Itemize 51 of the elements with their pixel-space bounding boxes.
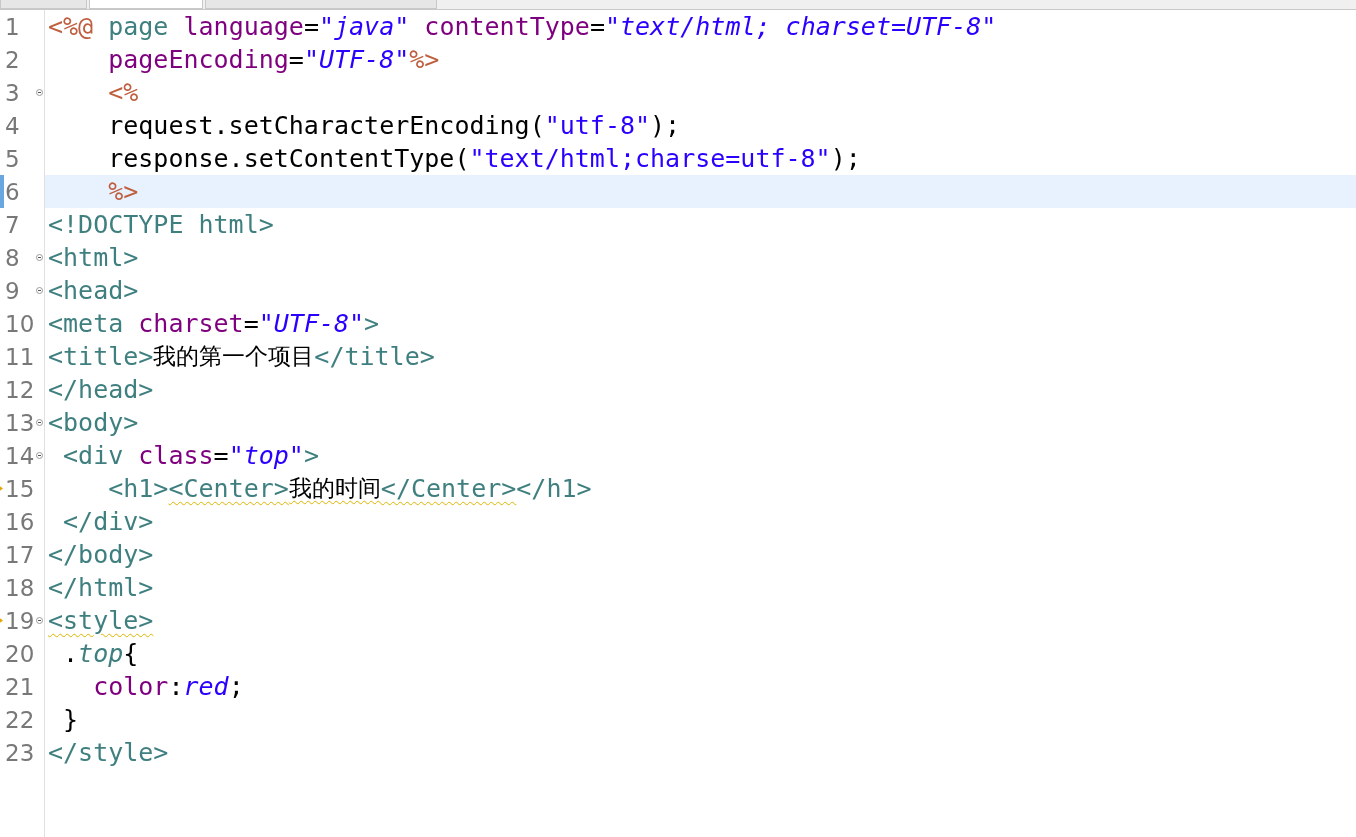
collapse-icon[interactable] [36, 419, 43, 426]
code-line: pageEncoding="UTF-8"%> [107, 44, 441, 76]
code-line: <div class="top"> [62, 440, 320, 472]
line-number: 3 [5, 79, 20, 106]
line-number: 18 [5, 574, 35, 601]
code-line: response.setContentType("text/html;charse=utf-8"); [107, 143, 862, 175]
line-number: 16 [5, 508, 35, 535]
code-line: </div> [62, 506, 155, 538]
code-line: </style> [47, 737, 170, 769]
line-number: 8 [5, 244, 20, 271]
line-number: 9 [5, 277, 20, 304]
code-line: } [62, 704, 80, 736]
collapse-icon[interactable] [36, 452, 43, 459]
line-number: 19 [5, 607, 35, 634]
code-line: .top{ [62, 638, 140, 670]
code-line: <h1><Center>我的时间</Center></h1> [107, 473, 593, 505]
line-number: 5 [5, 145, 20, 172]
line-number: 10 [5, 310, 35, 337]
collapse-icon[interactable] [36, 89, 43, 96]
line-number: 13 [5, 409, 35, 436]
line-number: 11 [5, 343, 35, 370]
collapse-icon[interactable] [36, 287, 43, 294]
code-line: </body> [47, 539, 155, 571]
line-number: 7 [5, 211, 20, 238]
code-line: <!DOCTYPE html> [47, 209, 275, 241]
code-line: color:red; [92, 671, 245, 703]
code-line: <style> [47, 605, 155, 637]
line-number: 15 [5, 475, 35, 502]
code-line: <html> [47, 242, 140, 274]
line-number: 23 [5, 739, 35, 766]
code-line: <meta charset="UTF-8"> [47, 308, 381, 340]
line-number: 14 [5, 442, 35, 469]
line-number: 22 [5, 706, 35, 733]
line-number: 20 [5, 640, 35, 667]
collapse-icon[interactable] [36, 254, 43, 261]
line-number: 17 [5, 541, 35, 568]
collapse-icon[interactable] [36, 617, 43, 624]
code-line: </html> [47, 572, 155, 604]
line-number: 12 [5, 376, 35, 403]
line-number: 4 [5, 112, 20, 139]
line-number: 21 [5, 673, 35, 700]
code-line: <body> [47, 407, 140, 439]
code-line: request.setCharacterEncoding("utf-8"); [107, 110, 682, 142]
code-line: <% [107, 77, 140, 109]
code-line: </head> [47, 374, 155, 406]
line-number: 2 [5, 46, 20, 73]
code-line: <title>我的第一个项目</title> [47, 341, 436, 373]
code-line: <head> [47, 275, 140, 307]
line-number: 6 [5, 178, 20, 205]
code-line: <%@ page language="java" contentType="text/html; charset=UTF-8" [47, 11, 998, 43]
line-number: 1 [5, 13, 20, 40]
